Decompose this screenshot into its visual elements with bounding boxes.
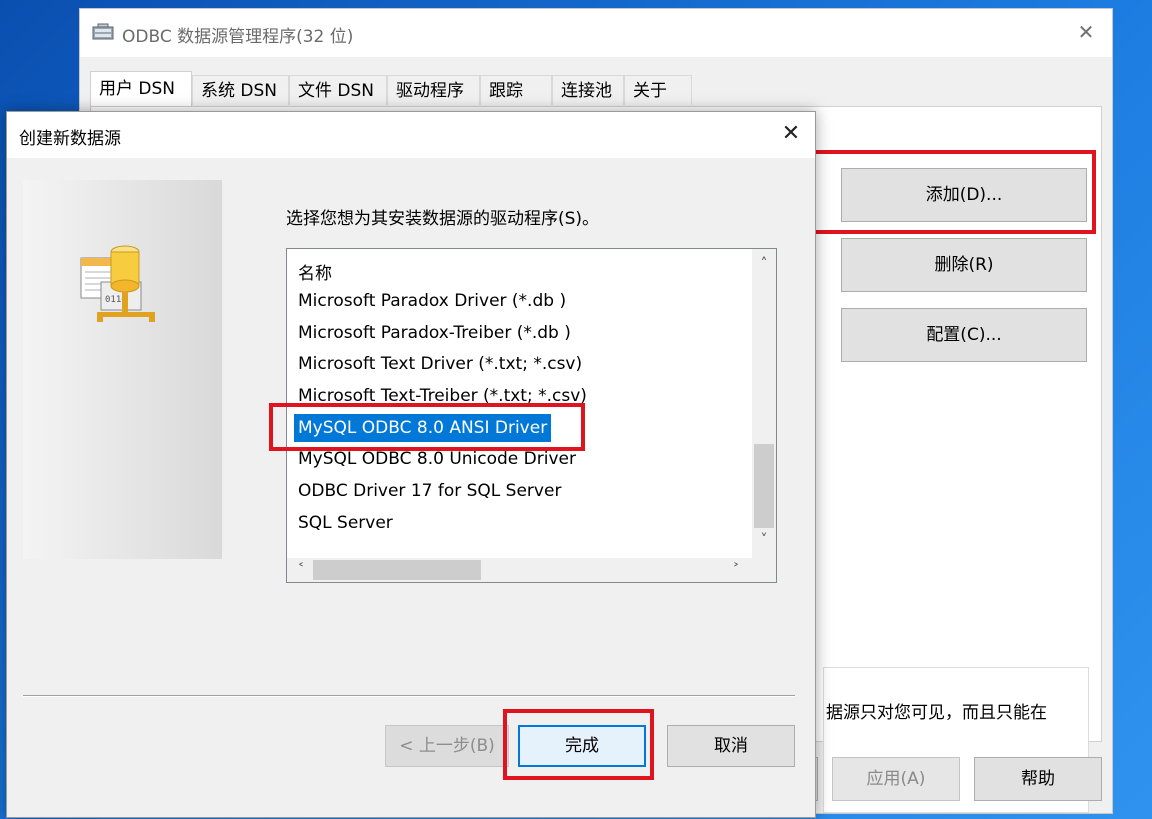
- add-button[interactable]: 添加(D)...: [841, 168, 1087, 222]
- list-item[interactable]: Microsoft Text-Treiber (*.txt; *.csv): [298, 382, 587, 410]
- description-text: 据源只对您可见，而且只能在: [826, 703, 1047, 723]
- configure-button[interactable]: 配置(C)...: [841, 308, 1087, 362]
- tab-tracing[interactable]: 跟踪: [480, 75, 552, 105]
- tab-user-dsn[interactable]: 用户 DSN: [90, 71, 192, 107]
- apply-button[interactable]: 应用(A): [832, 757, 960, 801]
- tab-about[interactable]: 关于: [624, 75, 692, 105]
- driver-prompt: 选择您想为其安装数据源的驱动程序(S)。: [286, 209, 600, 229]
- list-column-header[interactable]: 名称: [298, 259, 332, 284]
- wizard-graphic: 0110: [23, 180, 222, 559]
- list-item[interactable]: SQL Server: [298, 509, 393, 537]
- chevron-up-icon[interactable]: ˄: [752, 253, 776, 275]
- chevron-right-icon[interactable]: ˃: [724, 558, 748, 582]
- list-item[interactable]: Microsoft Text Driver (*.txt; *.csv): [298, 350, 582, 378]
- horizontal-scrollbar[interactable]: ˂ ˃: [287, 558, 754, 582]
- horizontal-scroll-thumb[interactable]: [313, 560, 481, 580]
- help-button[interactable]: 帮助: [974, 757, 1102, 801]
- chevron-down-icon[interactable]: ˅: [752, 529, 776, 551]
- tab-system-dsn[interactable]: 系统 DSN: [192, 75, 289, 105]
- tab-connection-pooling[interactable]: 连接池: [552, 75, 624, 105]
- list-item[interactable]: MySQL ODBC 8.0 Unicode Driver: [298, 445, 576, 473]
- scroll-corner: [752, 558, 776, 582]
- dialog-title: 创建新数据源: [19, 129, 121, 149]
- vertical-scrollbar[interactable]: ˄ ˅: [752, 249, 776, 560]
- main-title-bar[interactable]: ODBC 数据源管理程序(32 位) ✕: [80, 9, 1112, 57]
- tab-file-dsn[interactable]: 文件 DSN: [289, 75, 387, 105]
- dialog-cancel-button[interactable]: 取消: [667, 725, 795, 767]
- list-item[interactable]: Microsoft Paradox-Treiber (*.db ): [298, 319, 571, 347]
- list-item-selected[interactable]: MySQL ODBC 8.0 ANSI Driver: [294, 414, 552, 442]
- vertical-scroll-thumb[interactable]: [754, 444, 774, 528]
- driver-listbox[interactable]: 名称 Microsoft Paradox Driver (*.db ) Micr…: [286, 248, 777, 583]
- tab-drivers[interactable]: 驱动程序: [387, 75, 480, 105]
- create-data-source-dialog: 创建新数据源 ✕ 0110 选择您想为其安装数据源的驱动程序(S)。 名称 Mi…: [6, 111, 816, 818]
- database-driver-icon: 0110: [80, 245, 155, 322]
- odbc-app-icon: [92, 23, 114, 40]
- dialog-close-icon[interactable]: ✕: [779, 122, 803, 146]
- list-item[interactable]: ODBC Driver 17 for SQL Server: [298, 477, 561, 505]
- main-window-title: ODBC 数据源管理程序(32 位): [122, 27, 354, 47]
- remove-button[interactable]: 删除(R): [841, 238, 1087, 292]
- finish-button[interactable]: 完成: [518, 725, 646, 767]
- dialog-title-bar[interactable]: 创建新数据源 ✕: [7, 112, 815, 158]
- main-close-icon[interactable]: ✕: [1074, 20, 1098, 44]
- dialog-divider: [23, 695, 795, 697]
- list-item[interactable]: Microsoft Paradox Driver (*.db ): [298, 287, 566, 315]
- back-button[interactable]: < 上一步(B): [385, 725, 509, 767]
- chevron-left-icon[interactable]: ˂: [289, 558, 313, 582]
